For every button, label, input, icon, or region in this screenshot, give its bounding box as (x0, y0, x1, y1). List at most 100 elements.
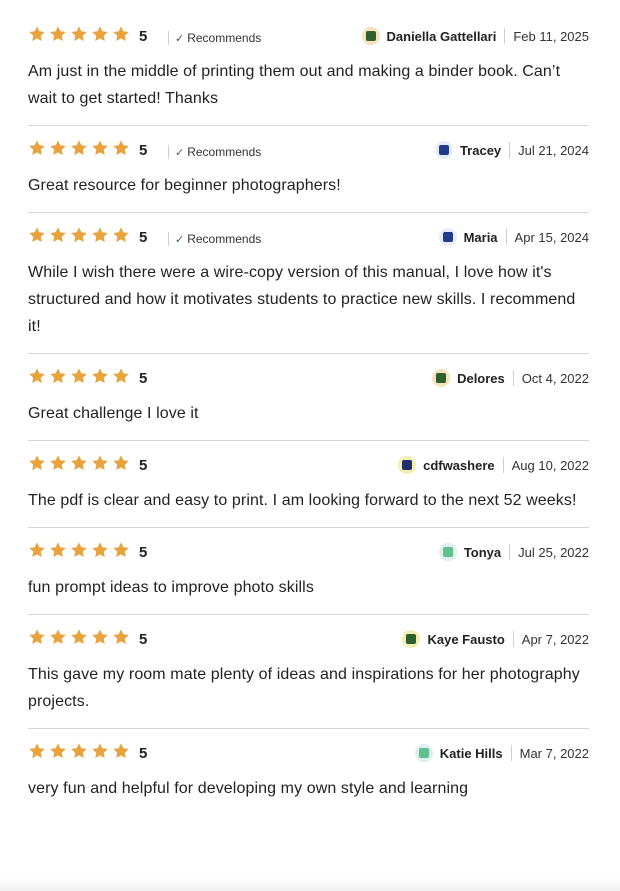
divider (505, 229, 507, 245)
star-icon (49, 541, 67, 559)
divider (512, 631, 514, 647)
star-icon (91, 742, 109, 760)
recommends-label: Recommends (187, 232, 262, 246)
reviewer-name[interactable]: Daniella Gattellari (387, 29, 497, 44)
avatar[interactable] (434, 141, 453, 159)
reviewer-name[interactable]: Delores (457, 371, 505, 386)
star-icon (28, 454, 46, 472)
check-icon: ✓ (175, 233, 185, 246)
divider (168, 232, 169, 246)
review-date: Jul 25, 2022 (518, 544, 589, 560)
divider (512, 370, 514, 386)
avatar[interactable] (361, 27, 380, 45)
review-item: 5 Kaye Fausto Apr 7, 2022 This gave my room… (28, 615, 589, 729)
divider (510, 745, 512, 761)
star-icon (28, 628, 46, 646)
review-date: Oct 4, 2022 (521, 370, 589, 386)
review-text: The pdf is clear and easy to print. I am… (28, 492, 577, 509)
review-date: Feb 11, 2025 (513, 28, 589, 44)
review-text: Great challenge I love it (28, 405, 199, 422)
review-meta: Katie Hills Mar 7, 2022 (414, 744, 589, 762)
review-header: 5 Tonya Jul 25, 2022 (28, 528, 589, 574)
star-icon (91, 367, 109, 385)
star-icon (112, 25, 130, 43)
star-icon (49, 139, 67, 157)
rating-value: 5 (139, 229, 148, 246)
rating-value: 5 (139, 745, 148, 762)
avatar[interactable] (438, 543, 457, 561)
star-icon (70, 226, 88, 244)
star-icon (112, 628, 130, 646)
avatar-shape (406, 634, 417, 644)
avatar-shape (442, 232, 453, 242)
avatar-shape (418, 748, 429, 758)
avatar[interactable] (438, 228, 457, 246)
reviewer-name[interactable]: Tonya (464, 545, 501, 560)
star-rating (28, 541, 130, 559)
avatar[interactable] (414, 744, 433, 762)
star-icon (70, 367, 88, 385)
reviewer-name[interactable]: Tracey (460, 143, 501, 158)
star-icon (70, 454, 88, 472)
star-icon (91, 541, 109, 559)
avatar[interactable] (398, 456, 417, 474)
star-icon (112, 454, 130, 472)
rating-value: 5 (139, 28, 148, 45)
star-rating (28, 367, 130, 385)
star-icon (91, 25, 109, 43)
reviews-list: 5 ✓ Recommends Daniella Gattellari Feb 11, 2… (28, 12, 589, 815)
divider (509, 142, 511, 158)
review-meta: Kaye Fausto Apr 7, 2022 (402, 630, 589, 648)
review-text: very fun and helpful for developing my o… (28, 780, 469, 797)
star-icon (28, 367, 46, 385)
rating-value: 5 (139, 370, 148, 387)
review-meta: Maria Apr 15, 2024 (438, 228, 589, 246)
review-meta: Delores Oct 4, 2022 (432, 369, 589, 387)
star-rating (28, 628, 130, 646)
divider (502, 457, 504, 473)
star-icon (28, 139, 46, 157)
recommends-badge: ✓ Recommends (168, 232, 261, 246)
star-icon (91, 139, 109, 157)
rating-value: 5 (139, 142, 148, 159)
review-date: Apr 15, 2024 (514, 229, 589, 245)
star-icon (49, 454, 67, 472)
review-meta: Tracey Jul 21, 2024 (434, 141, 589, 159)
star-icon (70, 139, 88, 157)
star-icon (28, 742, 46, 760)
review-header: 5 Katie Hills Mar 7, 2022 (28, 729, 589, 775)
divider (168, 145, 169, 159)
star-icon (49, 742, 67, 760)
rating-value: 5 (139, 457, 148, 474)
rating-value: 5 (139, 544, 148, 561)
review-text: fun prompt ideas to improve photo skills (28, 579, 314, 596)
review-meta: cdfwashere Aug 10, 2022 (398, 456, 589, 474)
star-icon (91, 628, 109, 646)
review-header: 5 cdfwashere Aug 10, 2022 (28, 441, 589, 487)
avatar[interactable] (402, 630, 421, 648)
star-icon (49, 226, 67, 244)
avatar-shape (402, 460, 413, 470)
review-item: 5 ✓ Recommends Daniella Gattellari Feb 11, 2… (28, 12, 589, 126)
avatar[interactable] (432, 369, 451, 387)
star-icon (112, 139, 130, 157)
avatar-shape (365, 31, 376, 41)
review-item: 5 cdfwashere Aug 10, 2022 The pdf is clear … (28, 441, 589, 528)
avatar-shape (438, 145, 449, 155)
star-icon (28, 25, 46, 43)
bottom-fade (0, 877, 620, 891)
star-icon (91, 226, 109, 244)
review-item: 5 ✓ Recommends Maria Apr 15, 2024 While I wis… (28, 213, 589, 354)
reviewer-name[interactable]: Kaye Fausto (427, 632, 504, 647)
review-header: 5 ✓ Recommends Tracey Jul 21, 2024 (28, 126, 589, 172)
star-icon (49, 367, 67, 385)
reviewer-name[interactable]: cdfwashere (423, 458, 495, 473)
check-icon: ✓ (175, 32, 185, 45)
divider (504, 28, 506, 44)
star-icon (49, 628, 67, 646)
review-meta: Tonya Jul 25, 2022 (438, 543, 589, 561)
reviewer-name[interactable]: Katie Hills (440, 746, 503, 761)
review-item: 5 Tonya Jul 25, 2022 fun prompt ideas to im… (28, 528, 589, 615)
reviewer-name[interactable]: Maria (464, 230, 498, 245)
review-header: 5 ✓ Recommends Maria Apr 15, 2024 (28, 213, 589, 259)
